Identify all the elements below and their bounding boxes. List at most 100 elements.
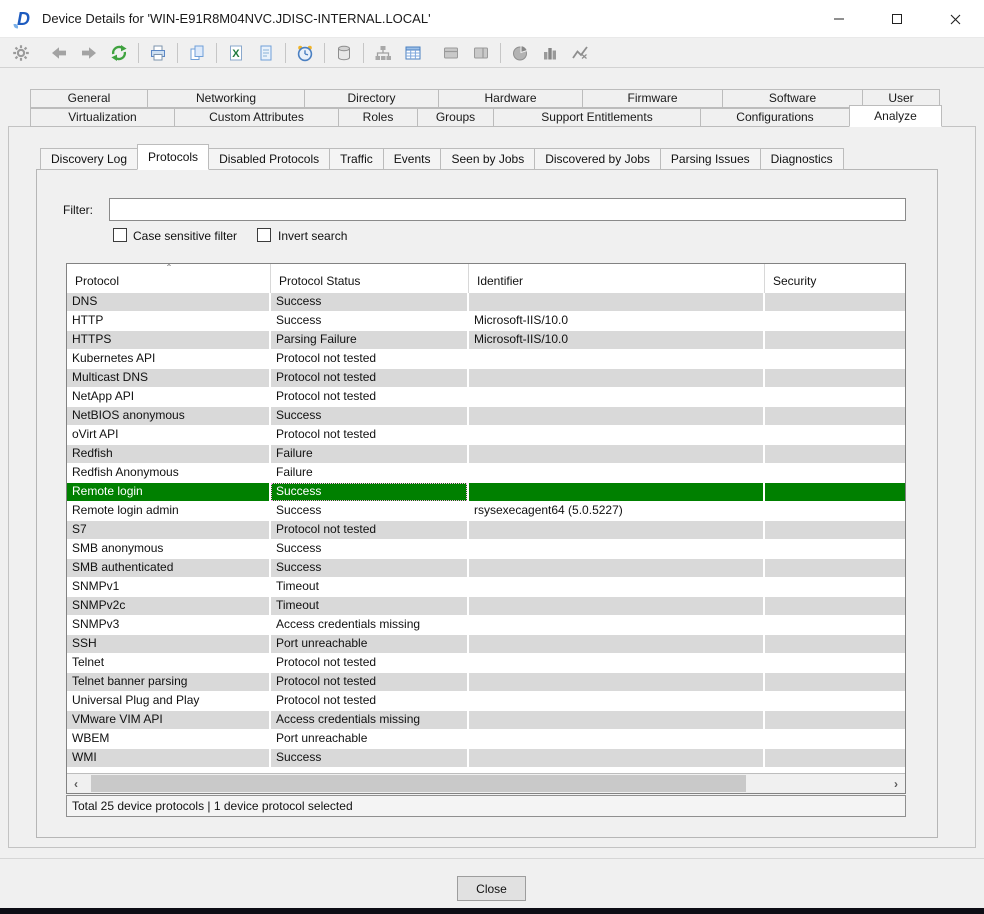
cell-identifier[interactable] — [469, 369, 763, 387]
horizontal-scrollbar[interactable]: ‹ › — [67, 773, 905, 793]
invert-search-checkbox[interactable] — [257, 228, 271, 242]
subtab-discovery-log[interactable]: Discovery Log — [40, 148, 138, 170]
cell-protocol[interactable]: Remote login admin — [67, 502, 269, 520]
export-report-icon[interactable] — [253, 41, 279, 65]
cell-identifier[interactable]: Microsoft-IIS/10.0 — [469, 312, 763, 330]
bar-chart-icon[interactable] — [537, 41, 563, 65]
cell-security[interactable] — [765, 350, 905, 368]
cell-security[interactable] — [765, 578, 905, 596]
pie-chart-icon[interactable] — [507, 41, 533, 65]
cell-protocol[interactable]: NetApp API — [67, 388, 269, 406]
back-icon[interactable] — [46, 41, 72, 65]
print-icon[interactable] — [145, 41, 171, 65]
scroll-thumb[interactable] — [91, 775, 746, 792]
column-header-protocol-status[interactable]: Protocol Status — [271, 264, 469, 293]
cell-security[interactable] — [765, 331, 905, 349]
cell-identifier[interactable] — [469, 654, 763, 672]
table-row[interactable]: Multicast DNSProtocol not tested — [67, 369, 905, 388]
cell-protocol[interactable]: oVirt API — [67, 426, 269, 444]
cell-protocol[interactable]: Telnet — [67, 654, 269, 672]
scroll-left-icon[interactable]: ‹ — [67, 774, 85, 794]
case-sensitive-checkbox[interactable] — [113, 228, 127, 242]
tab-directory[interactable]: Directory — [304, 89, 439, 108]
cell-protocol[interactable]: SNMPv2c — [67, 597, 269, 615]
cell-status[interactable]: Failure — [271, 464, 467, 482]
tab-general[interactable]: General — [30, 89, 148, 108]
table-row[interactable]: VMware VIM APIAccess credentials missing — [67, 711, 905, 730]
cell-security[interactable] — [765, 426, 905, 444]
cell-protocol[interactable]: SNMPv3 — [67, 616, 269, 634]
cell-protocol[interactable]: SMB anonymous — [67, 540, 269, 558]
cell-protocol[interactable]: SSH — [67, 635, 269, 653]
tab-custom-attributes[interactable]: Custom Attributes — [174, 108, 339, 127]
filter-input[interactable] — [109, 198, 906, 221]
cell-security[interactable] — [765, 654, 905, 672]
topology-icon[interactable] — [370, 41, 396, 65]
cell-identifier[interactable]: rsysexecagent64 (5.0.5227) — [469, 502, 763, 520]
cell-protocol[interactable]: Multicast DNS — [67, 369, 269, 387]
cell-status[interactable]: Success — [271, 559, 467, 577]
cell-identifier[interactable]: Microsoft-IIS/10.0 — [469, 331, 763, 349]
cell-status[interactable]: Access credentials missing — [271, 711, 467, 729]
subtab-protocols[interactable]: Protocols — [137, 144, 209, 170]
tab-roles[interactable]: Roles — [338, 108, 418, 127]
cell-protocol[interactable]: WMI — [67, 749, 269, 767]
column-header-security[interactable]: Security — [765, 264, 905, 293]
cell-security[interactable] — [765, 407, 905, 425]
forward-icon[interactable] — [76, 41, 102, 65]
subtab-diagnostics[interactable]: Diagnostics — [760, 148, 844, 170]
close-window-button[interactable] — [926, 0, 984, 38]
table-row[interactable]: RedfishFailure — [67, 445, 905, 464]
tab-configurations[interactable]: Configurations — [700, 108, 850, 127]
cell-protocol[interactable]: DNS — [67, 293, 269, 311]
cell-security[interactable] — [765, 483, 905, 501]
cell-identifier[interactable] — [469, 692, 763, 710]
line-chart-icon[interactable] — [567, 41, 593, 65]
cell-protocol[interactable]: Telnet banner parsing — [67, 673, 269, 691]
cell-identifier[interactable] — [469, 673, 763, 691]
table-row[interactable]: NetBIOS anonymousSuccess — [67, 407, 905, 426]
split-vertical-icon[interactable] — [468, 41, 494, 65]
cell-status[interactable]: Success — [271, 540, 467, 558]
subtab-disabled-protocols[interactable]: Disabled Protocols — [208, 148, 330, 170]
settings-icon[interactable] — [8, 41, 34, 65]
cell-security[interactable] — [765, 730, 905, 748]
table-row[interactable]: HTTPSParsing FailureMicrosoft-IIS/10.0 — [67, 331, 905, 350]
cell-status[interactable]: Success — [271, 502, 467, 520]
cell-status[interactable]: Protocol not tested — [271, 692, 467, 710]
scroll-track[interactable] — [85, 774, 887, 794]
cell-identifier[interactable] — [469, 711, 763, 729]
cell-protocol[interactable]: SNMPv1 — [67, 578, 269, 596]
cell-status[interactable]: Timeout — [271, 578, 467, 596]
table-row[interactable]: Remote login adminSuccessrsysexecagent64… — [67, 502, 905, 521]
cell-security[interactable] — [765, 464, 905, 482]
table-row[interactable]: SMB anonymousSuccess — [67, 540, 905, 559]
cell-security[interactable] — [765, 616, 905, 634]
cell-security[interactable] — [765, 540, 905, 558]
table-row[interactable]: WBEMPort unreachable — [67, 730, 905, 749]
cell-identifier[interactable] — [469, 426, 763, 444]
cell-security[interactable] — [765, 445, 905, 463]
cell-security[interactable] — [765, 749, 905, 767]
cell-security[interactable] — [765, 559, 905, 577]
cell-status[interactable]: Protocol not tested — [271, 521, 467, 539]
cell-status[interactable]: Protocol not tested — [271, 369, 467, 387]
cell-protocol[interactable]: Redfish Anonymous — [67, 464, 269, 482]
cell-protocol[interactable]: HTTPS — [67, 331, 269, 349]
subtab-discovered-by-jobs[interactable]: Discovered by Jobs — [534, 148, 661, 170]
cell-status[interactable]: Protocol not tested — [271, 388, 467, 406]
cell-security[interactable] — [765, 293, 905, 311]
cell-status[interactable]: Parsing Failure — [271, 331, 467, 349]
cell-protocol[interactable]: SMB authenticated — [67, 559, 269, 577]
tab-software[interactable]: Software — [722, 89, 863, 108]
cell-identifier[interactable] — [469, 350, 763, 368]
cell-status[interactable]: Failure — [271, 445, 467, 463]
scheduler-icon[interactable] — [292, 41, 318, 65]
table-row[interactable]: Universal Plug and PlayProtocol not test… — [67, 692, 905, 711]
table-view-icon[interactable] — [400, 41, 426, 65]
cell-status[interactable]: Success — [271, 483, 467, 501]
cell-identifier[interactable] — [469, 540, 763, 558]
cell-security[interactable] — [765, 711, 905, 729]
cell-security[interactable] — [765, 502, 905, 520]
copy-icon[interactable] — [184, 41, 210, 65]
